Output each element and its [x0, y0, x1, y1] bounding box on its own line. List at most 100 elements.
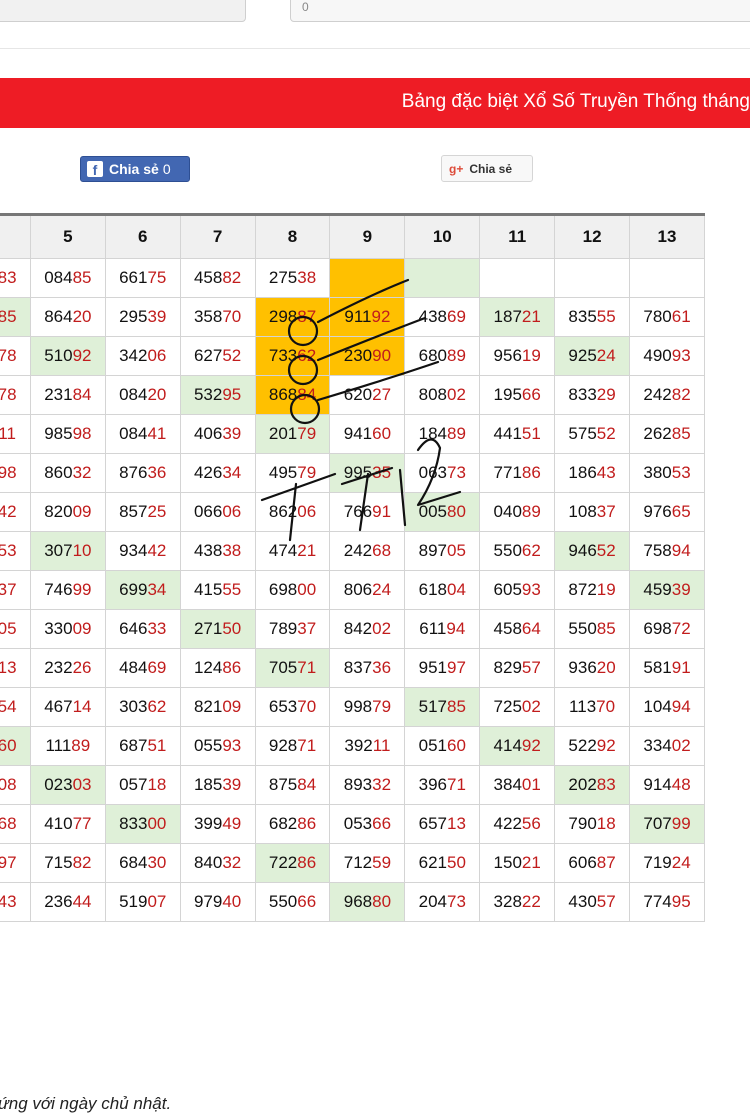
- result-tail-digits: 79: [297, 424, 317, 443]
- table-row: 8431198598084414063920179941601848944151…: [0, 414, 705, 454]
- result-tail-digits: 05: [0, 619, 17, 638]
- result-cell: 18643: [554, 453, 631, 493]
- result-tail-digits: 66: [297, 892, 317, 911]
- result-cell: 83555: [554, 297, 631, 337]
- result-tail-digits: 48: [671, 775, 691, 794]
- result-tail-digits: 49: [222, 814, 242, 833]
- result-cell: 44151: [479, 414, 556, 454]
- result-tail-digits: 35: [372, 463, 392, 482]
- result-tail-digits: 60: [447, 736, 466, 755]
- result-tail-digits: 82: [222, 268, 242, 287]
- result-tail-digits: 85: [0, 307, 17, 326]
- result-prefix-digits: 941: [343, 424, 373, 443]
- result-tail-digits: 94: [446, 619, 466, 638]
- result-tail-digits: 44: [72, 892, 92, 911]
- result-cell: 29539: [104, 297, 181, 337]
- result-cell: 45882: [179, 258, 256, 298]
- column-header-day-11: 11: [479, 213, 556, 259]
- result-tail-digits: 09: [222, 697, 242, 716]
- result-tail-digits: 21: [521, 307, 541, 326]
- result-prefix-digits: 204: [418, 892, 448, 911]
- result-cell: 84032: [179, 843, 256, 883]
- result-tail-digits: 04: [447, 580, 466, 599]
- result-tail-digits: 06: [297, 502, 317, 521]
- result-prefix-digits: 682: [268, 814, 298, 833]
- result-tail-digits: 55: [596, 307, 616, 326]
- result-prefix-digits: 653: [268, 697, 298, 716]
- result-tail-digits: 69: [147, 658, 167, 677]
- result-prefix-digits: 231: [44, 385, 73, 404]
- result-cell: 41077: [29, 804, 106, 844]
- result-tail-digits: 82: [671, 385, 691, 404]
- result-prefix-digits: 232: [44, 658, 73, 677]
- result-cell: 38053: [629, 453, 705, 493]
- result-tail-digits: 00: [297, 580, 317, 599]
- result-tail-digits: 13: [447, 814, 466, 833]
- result-prefix-digits: 236: [44, 892, 73, 911]
- result-tail-digits: 89: [447, 424, 466, 443]
- results-table-wrapper[interactable]: 45678910111213 1698308485661754588227538…: [0, 213, 750, 1057]
- result-cell: 33402: [629, 726, 705, 766]
- result-cell: 15021: [479, 843, 556, 883]
- result-cell: 83654: [0, 687, 31, 727]
- table-row: 4558586420295393587029887911924386918721…: [0, 297, 705, 337]
- result-tail-digits: 38: [222, 541, 242, 560]
- result-prefix-digits: 621: [418, 853, 448, 872]
- result-tail-digits: 99: [72, 580, 92, 599]
- result-prefix-digits: 517: [418, 697, 448, 716]
- result-prefix-digits: 699: [119, 580, 148, 599]
- result-cell: 73362: [254, 336, 331, 376]
- result-tail-digits: 54: [0, 697, 17, 716]
- result-prefix-digits: 185: [193, 775, 223, 794]
- result-cell: 18539: [179, 765, 256, 805]
- result-prefix-digits: 262: [643, 424, 672, 443]
- result-tail-digits: 39: [147, 307, 167, 326]
- result-tail-digits: 00: [147, 814, 167, 833]
- result-tail-digits: 33: [147, 619, 167, 638]
- result-cell: 48469: [104, 648, 181, 688]
- result-tail-digits: 41: [147, 424, 167, 443]
- table-row: 7395330710934424383847421242688970555062…: [0, 531, 705, 571]
- result-prefix-digits: 415: [193, 580, 223, 599]
- result-cell: 68430: [104, 843, 181, 883]
- result-cell: 82109: [179, 687, 256, 727]
- result-cell: 97940: [179, 882, 256, 922]
- result-prefix-digits: 934: [119, 541, 148, 560]
- result-cell: 00580: [404, 492, 481, 532]
- result-cell: 47678: [0, 336, 31, 376]
- result-tail-digits: 95: [222, 385, 242, 404]
- result-tail-digits: 85: [72, 268, 92, 287]
- result-tail-digits: 38: [297, 268, 317, 287]
- facebook-share-button[interactable]: f Chia sẻ 0: [80, 156, 190, 182]
- result-tail-digits: 24: [372, 580, 392, 599]
- result-tail-digits: 97: [0, 853, 17, 872]
- result-cell: 41492: [479, 726, 556, 766]
- result-prefix-digits: 774: [643, 892, 672, 911]
- result-tail-digits: 24: [596, 346, 616, 365]
- result-tail-digits: 92: [371, 307, 391, 326]
- result-tail-digits: 42: [0, 502, 17, 521]
- date-select-field[interactable]: [0, 0, 246, 22]
- result-prefix-digits: 872: [568, 580, 597, 599]
- table-row: 9853774699699344155569800806246180460593…: [0, 570, 705, 610]
- table-row: 4767851092342066275273362230906808995619…: [0, 336, 705, 376]
- result-cell: 27538: [254, 258, 331, 298]
- search-input[interactable]: [290, 0, 750, 22]
- result-prefix-digits: 055: [193, 736, 223, 755]
- facebook-share-count: 0: [162, 161, 171, 177]
- result-tail-digits: 93: [521, 580, 541, 599]
- result-prefix-digits: 399: [193, 814, 223, 833]
- result-tail-digits: 19: [596, 580, 616, 599]
- result-tail-digits: 55: [222, 580, 242, 599]
- result-prefix-digits: 113: [569, 697, 597, 716]
- result-tail-digits: 39: [222, 775, 242, 794]
- result-prefix-digits: 627: [193, 346, 223, 365]
- google-share-button[interactable]: g+ Chia sẻ: [441, 155, 533, 182]
- result-cell: 65713: [404, 804, 481, 844]
- result-cell: 19566: [479, 375, 556, 415]
- result-tail-digits: 02: [447, 385, 466, 404]
- result-prefix-digits: 985: [44, 424, 73, 443]
- result-tail-digits: 56: [521, 814, 541, 833]
- result-cell: 06606: [179, 492, 256, 532]
- result-prefix-digits: 979: [193, 892, 223, 911]
